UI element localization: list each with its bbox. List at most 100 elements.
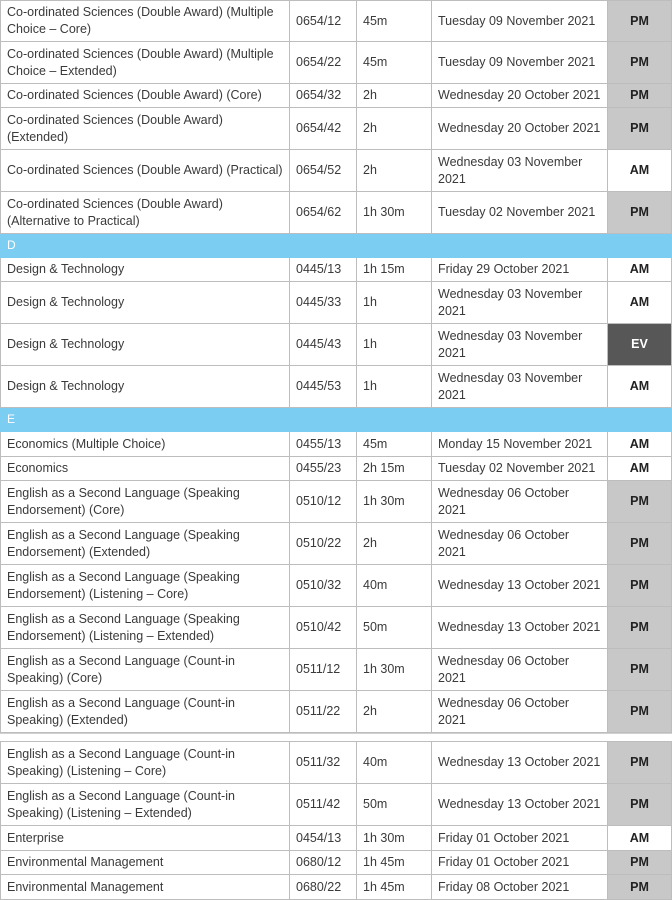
duration-cell-text: 2h xyxy=(363,121,377,135)
duration-cell-text: 1h xyxy=(363,337,377,351)
subject-cell: Environmental Management xyxy=(0,874,290,900)
component-code-cell: 0454/13 xyxy=(289,825,357,851)
date-cell-text: Wednesday 06 October 2021 xyxy=(438,485,570,517)
component-code-cell-text: 0654/12 xyxy=(296,13,342,28)
component-code-cell: 0510/12 xyxy=(289,480,357,523)
subject-cell-text: English as a Second Language (Speaking E… xyxy=(7,611,240,643)
component-code-cell-text: 0455/13 xyxy=(296,436,342,451)
component-code-cell-text: 0455/23 xyxy=(296,461,342,475)
date-cell-text: Friday 01 October 2021 xyxy=(438,855,570,869)
duration-cell-text: 1h xyxy=(363,379,377,393)
duration-cell-text: 45m xyxy=(363,55,388,69)
table-row: Economics (Multiple Choice) 0455/13 45m Mon… xyxy=(0,431,672,457)
component-code-cell: 0654/52 xyxy=(289,149,357,192)
component-code-cell-text: 0445/53 xyxy=(296,379,342,393)
date-cell-text: Wednesday 03 November 2021 xyxy=(438,328,583,360)
session-cell-text: AM xyxy=(629,461,650,475)
session-cell: EV xyxy=(607,323,672,366)
table-row: Design & Technology 0445/43 1h Wednesday 03… xyxy=(0,323,672,366)
subject-cell-text: English as a Second Language (Count-in S… xyxy=(7,788,235,820)
session-cell: PM xyxy=(607,522,672,565)
table-row: English as a Second Language (Count-in S… xyxy=(0,648,672,691)
date-cell: Wednesday 13 October 2021 xyxy=(431,741,608,784)
session-cell: PM xyxy=(607,874,672,900)
subject-cell: English as a Second Language (Speaking E… xyxy=(0,522,290,565)
session-cell-text: AM xyxy=(629,830,650,845)
table-row: Co-ordinated Sciences (Double Award) (Co… xyxy=(0,83,672,108)
exam-timetable: Co-ordinated Sciences (Double Award) (Mu… xyxy=(0,0,672,900)
subject-cell: English as a Second Language (Count-in S… xyxy=(0,783,290,826)
date-cell: Wednesday 03 November 2021 xyxy=(431,149,608,192)
component-code-cell-text: 0445/13 xyxy=(296,262,342,276)
subject-cell: English as a Second Language (Speaking E… xyxy=(0,480,290,523)
date-cell: Wednesday 20 October 2021 xyxy=(431,83,608,108)
subject-cell-text: Co-ordinated Sciences (Double Award) (Ex… xyxy=(7,112,223,144)
session-cell: AM xyxy=(607,149,672,192)
table-row: Design & Technology 0445/13 1h 15m Friday 2… xyxy=(0,257,672,282)
table-row: Co-ordinated Sciences (Double Award) (Mu… xyxy=(0,41,672,84)
subject-cell: Design & Technology xyxy=(0,323,290,366)
date-cell-text: Wednesday 06 October 2021 xyxy=(438,695,570,727)
session-cell: PM xyxy=(607,41,672,84)
duration-cell: 50m xyxy=(356,783,432,826)
session-cell: PM xyxy=(607,0,672,42)
duration-cell-text: 1h 45m xyxy=(363,855,405,869)
duration-cell: 2h xyxy=(356,149,432,192)
date-cell: Tuesday 09 November 2021 xyxy=(431,0,608,42)
date-cell: Tuesday 02 November 2021 xyxy=(431,191,608,234)
duration-cell: 1h xyxy=(356,281,432,324)
subject-cell: English as a Second Language (Count-in S… xyxy=(0,690,290,733)
session-cell: PM xyxy=(607,191,672,234)
duration-cell: 1h 30m xyxy=(356,825,432,851)
session-cell: PM xyxy=(607,783,672,826)
subject-cell-text: English as a Second Language (Speaking E… xyxy=(7,569,240,601)
session-cell-text: AM xyxy=(629,295,650,309)
session-cell-text: PM xyxy=(630,55,649,69)
component-code-cell: 0654/22 xyxy=(289,41,357,84)
date-cell: Wednesday 13 October 2021 xyxy=(431,564,608,607)
component-code-cell-text: 0510/42 xyxy=(296,620,342,634)
component-code-cell: 0511/32 xyxy=(289,741,357,784)
date-cell: Wednesday 13 October 2021 xyxy=(431,783,608,826)
date-cell-text: Wednesday 13 October 2021 xyxy=(438,620,601,634)
duration-cell: 45m xyxy=(356,0,432,42)
date-cell-text: Tuesday 09 November 2021 xyxy=(438,55,596,69)
subject-cell: English as a Second Language (Speaking E… xyxy=(0,606,290,649)
component-code-cell-text: 0510/12 xyxy=(296,494,342,508)
session-cell-text: PM xyxy=(630,797,649,811)
table-row: English as a Second Language (Speaking E… xyxy=(0,606,672,649)
duration-cell: 1h xyxy=(356,323,432,366)
duration-cell: 2h xyxy=(356,83,432,108)
letter-header-row: D xyxy=(0,233,672,258)
subject-cell: Enterprise xyxy=(0,825,290,851)
table-row: Co-ordinated Sciences (Double Award) (Ex… xyxy=(0,107,672,150)
date-cell-text: Wednesday 13 October 2021 xyxy=(438,755,601,769)
subject-cell-text: Co-ordinated Sciences (Double Award) (Co… xyxy=(7,88,262,102)
subject-cell-text: Design & Technology xyxy=(7,379,125,393)
component-code-cell: 0510/22 xyxy=(289,522,357,565)
date-cell: Wednesday 06 October 2021 xyxy=(431,480,608,523)
component-code-cell-text: 0654/22 xyxy=(296,55,342,69)
subject-cell: Co-ordinated Sciences (Double Award) (Co… xyxy=(0,83,290,108)
duration-cell-text: 50m xyxy=(363,797,388,811)
session-cell-text: AM xyxy=(629,262,650,276)
table-row: Environmental Management 0680/22 1h 45m Fri… xyxy=(0,874,672,900)
subject-cell: English as a Second Language (Count-in S… xyxy=(0,741,290,784)
duration-cell: 50m xyxy=(356,606,432,649)
subject-cell: Economics xyxy=(0,456,290,481)
table-row: Co-ordinated Sciences (Double Award) (Al… xyxy=(0,191,672,234)
component-code-cell: 0445/33 xyxy=(289,281,357,324)
session-cell: PM xyxy=(607,107,672,150)
date-cell-text: Wednesday 03 November 2021 xyxy=(438,154,583,186)
subject-cell: Co-ordinated Sciences (Double Award) (Mu… xyxy=(0,0,290,42)
timetable-section: Co-ordinated Sciences (Double Award) (Mu… xyxy=(0,0,672,733)
duration-cell: 2h xyxy=(356,107,432,150)
date-cell: Friday 29 October 2021 xyxy=(431,257,608,282)
duration-cell-text: 1h 30m xyxy=(363,494,405,508)
component-code-cell-text: 0511/32 xyxy=(296,755,341,769)
session-cell-text: PM xyxy=(630,13,649,28)
duration-cell-text: 1h 45m xyxy=(363,879,405,894)
duration-cell: 2h xyxy=(356,690,432,733)
subject-cell-text: Design & Technology xyxy=(7,262,125,276)
date-cell: Friday 01 October 2021 xyxy=(431,850,608,875)
